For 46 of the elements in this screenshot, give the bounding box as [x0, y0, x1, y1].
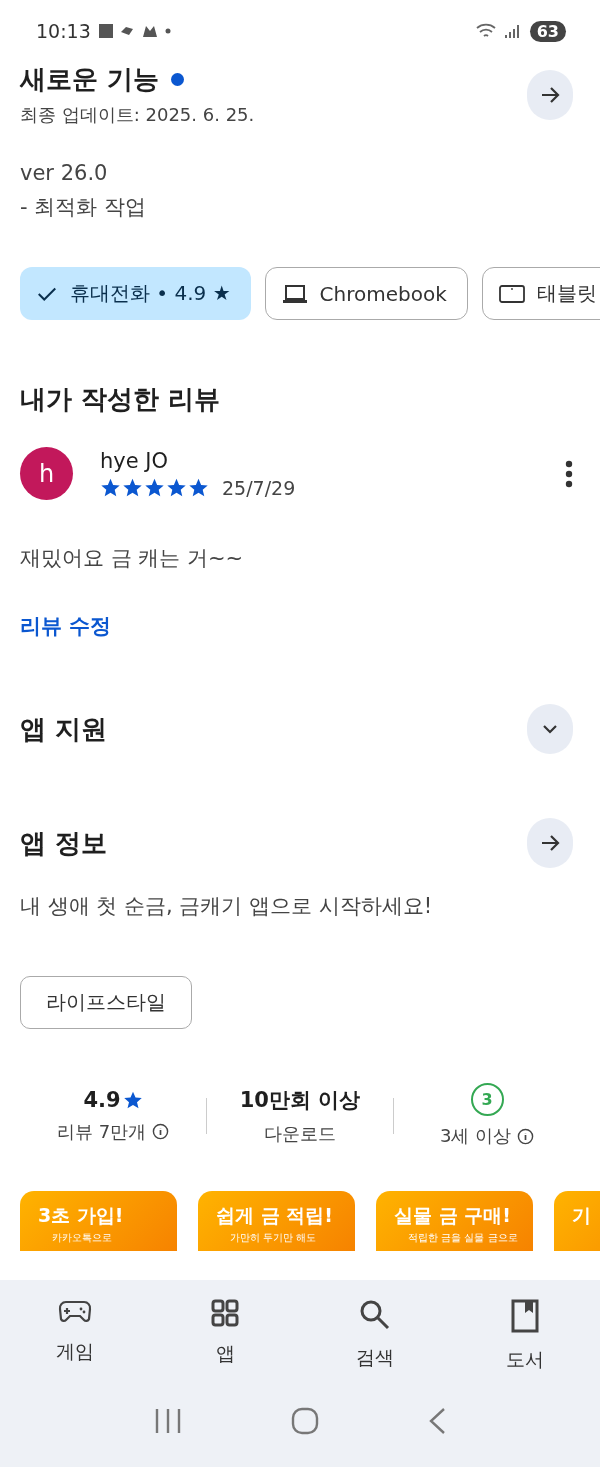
device-chip[interactable]: 휴대전화 • 4.9 ★ [20, 267, 251, 320]
nav-tab[interactable]: 게임 [0, 1298, 150, 1395]
device-chip[interactable]: 태블릿 [481, 267, 600, 320]
back-icon[interactable] [427, 1407, 446, 1435]
book-icon [511, 1299, 539, 1333]
section-title: 앱 정보 [20, 826, 109, 860]
review-author: hye JO [100, 448, 170, 473]
release-note: - 최적화 작업 [20, 194, 147, 221]
release-note: ver 26.0 [20, 161, 109, 185]
more-options-icon[interactable] [565, 459, 573, 488]
nav-tab[interactable]: 앱 [150, 1298, 300, 1395]
stat-label: 리뷰 7만개 [56, 1119, 147, 1144]
nav-tab[interactable]: 검색 [300, 1298, 450, 1395]
edit-review-link[interactable]: 리뷰 수정 [20, 612, 112, 640]
app-description: 내 생애 첫 순금, 금캐기 앱으로 시작하세요! [20, 893, 434, 920]
app-notification-icon [98, 24, 113, 38]
section-title: 내가 작성한 리뷰 [20, 383, 221, 416]
update-date: 최종 업데이트: 2025. 6. 25. [20, 103, 256, 127]
status-time: 10:13 [36, 20, 91, 42]
search-icon [359, 1299, 391, 1331]
tablet-icon [498, 283, 525, 304]
info-icon[interactable] [152, 1123, 170, 1140]
download-count: 10만회 이상 [239, 1086, 361, 1114]
laptop-icon [281, 282, 308, 305]
battery-level: 63 [529, 20, 566, 42]
stat-label: 3세 이상 [439, 1124, 512, 1148]
nav-tab[interactable]: 도서 [450, 1298, 600, 1395]
stat-label: 다운로드 [264, 1121, 336, 1146]
gamepad-icon [58, 1299, 92, 1325]
more-notifications-icon [164, 28, 171, 34]
open-button[interactable] [527, 69, 573, 120]
section-title: 앱 지원 [20, 712, 109, 746]
signal-icon [475, 22, 522, 40]
review-text: 재밌어요 금 캐는 거~~ [20, 545, 245, 572]
category-chip[interactable]: 라이프스타일 [20, 976, 192, 1029]
home-icon[interactable] [291, 1407, 319, 1435]
device-chip[interactable]: Chromebook [264, 267, 468, 320]
info-icon[interactable] [517, 1127, 535, 1145]
review-date: 25/7/29 [222, 476, 296, 499]
apps-grid-icon [211, 1299, 239, 1327]
rating-value: 4.9 [83, 1087, 143, 1112]
age-rating-badge: 3 [470, 1083, 504, 1116]
recent-apps-icon[interactable] [154, 1408, 183, 1434]
open-button[interactable] [527, 818, 573, 868]
section-title: 새로운 기능 [20, 63, 160, 96]
user-avatar: h [20, 447, 73, 500]
